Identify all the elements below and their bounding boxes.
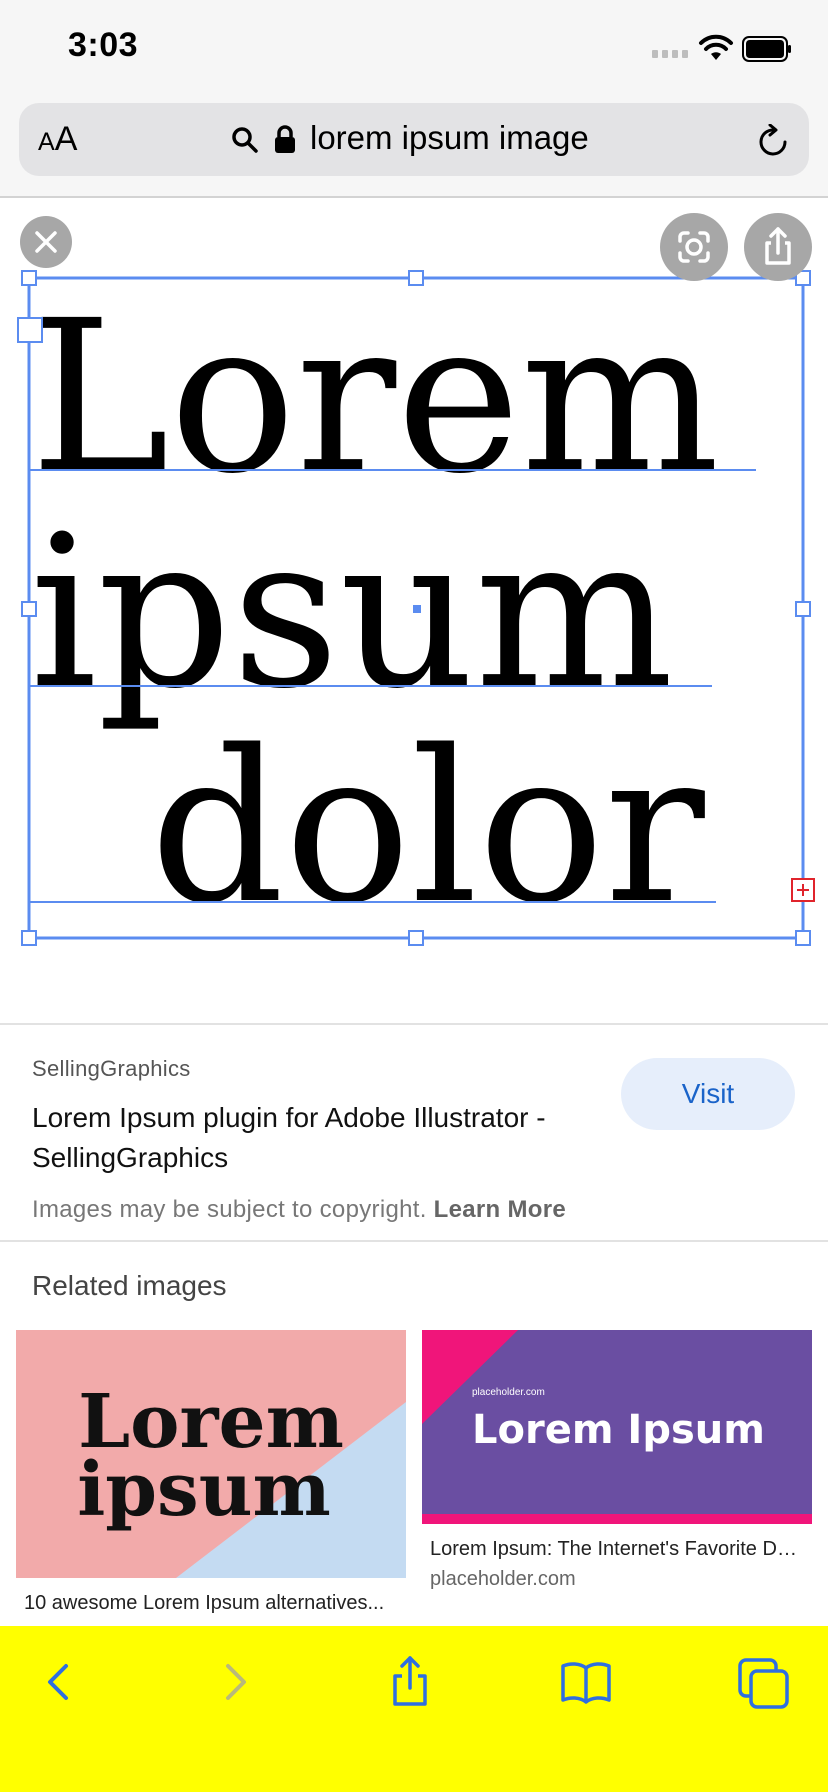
text-size-large-label: A	[54, 120, 78, 158]
divider	[0, 1023, 828, 1025]
copyright-note: Images may be subject to copyright. Lear…	[32, 1196, 566, 1224]
result-title[interactable]: Lorem Ipsum plugin for Adobe Illustrator…	[32, 1098, 592, 1178]
image-text-line: dolor	[150, 705, 705, 950]
visual-search-button[interactable]	[660, 213, 728, 281]
divider	[0, 1240, 828, 1242]
page-settings-button[interactable]: AA	[38, 120, 77, 159]
main-image[interactable]: Lorem ipsum dolor	[0, 198, 828, 1024]
address-text[interactable]: lorem ipsum image	[310, 119, 589, 157]
related-image-2-text: Lorem Ipsum	[472, 1407, 765, 1453]
reload-icon[interactable]	[758, 124, 790, 158]
text-size-small-label: A	[38, 128, 55, 156]
related-image-2-small-text: placeholder.com	[472, 1387, 545, 1398]
image-text-line: ipsum	[30, 490, 674, 735]
related-image-1-text: ipsum	[77, 1447, 331, 1533]
related-image-2-graphic: placeholder.com Lorem Ipsum	[422, 1330, 812, 1524]
learn-more-link[interactable]: Learn More	[434, 1196, 566, 1223]
related-image-1-graphic: Lorem ipsum	[16, 1330, 406, 1578]
related-image-2-caption[interactable]: Lorem Ipsum: The Internet's Favorite Dum…	[430, 1538, 800, 1561]
share-image-button[interactable]	[744, 213, 812, 281]
close-icon	[35, 231, 57, 253]
back-icon[interactable]	[30, 1654, 86, 1710]
bookmarks-icon[interactable]	[558, 1654, 614, 1710]
related-image-1-caption[interactable]: 10 awesome Lorem Ipsum alternatives...	[24, 1592, 404, 1615]
image-text-line: Lorem	[30, 275, 720, 520]
copyright-text: Images may be subject to copyright.	[32, 1196, 427, 1223]
lock-icon	[275, 125, 295, 153]
anchor-marker	[791, 878, 815, 902]
share-icon[interactable]	[382, 1654, 438, 1710]
battery-icon	[742, 36, 791, 62]
forward-icon[interactable]	[208, 1654, 264, 1710]
status-time: 3:03	[68, 26, 139, 64]
close-button[interactable]	[20, 216, 72, 268]
cellular-signal-icon	[652, 50, 688, 58]
tabs-icon[interactable]	[736, 1654, 792, 1710]
related-image-1[interactable]: Lorem ipsum	[16, 1330, 406, 1578]
related-image-2[interactable]: placeholder.com Lorem Ipsum	[422, 1330, 812, 1524]
lens-scan-icon	[678, 231, 710, 263]
visit-button[interactable]: Visit	[621, 1058, 795, 1130]
result-source: SellingGraphics	[32, 1056, 191, 1081]
wifi-icon	[699, 34, 733, 60]
share-icon	[765, 227, 791, 265]
related-image-2-source: placeholder.com	[430, 1568, 576, 1590]
related-images-heading: Related images	[32, 1270, 227, 1301]
search-icon	[232, 127, 258, 153]
